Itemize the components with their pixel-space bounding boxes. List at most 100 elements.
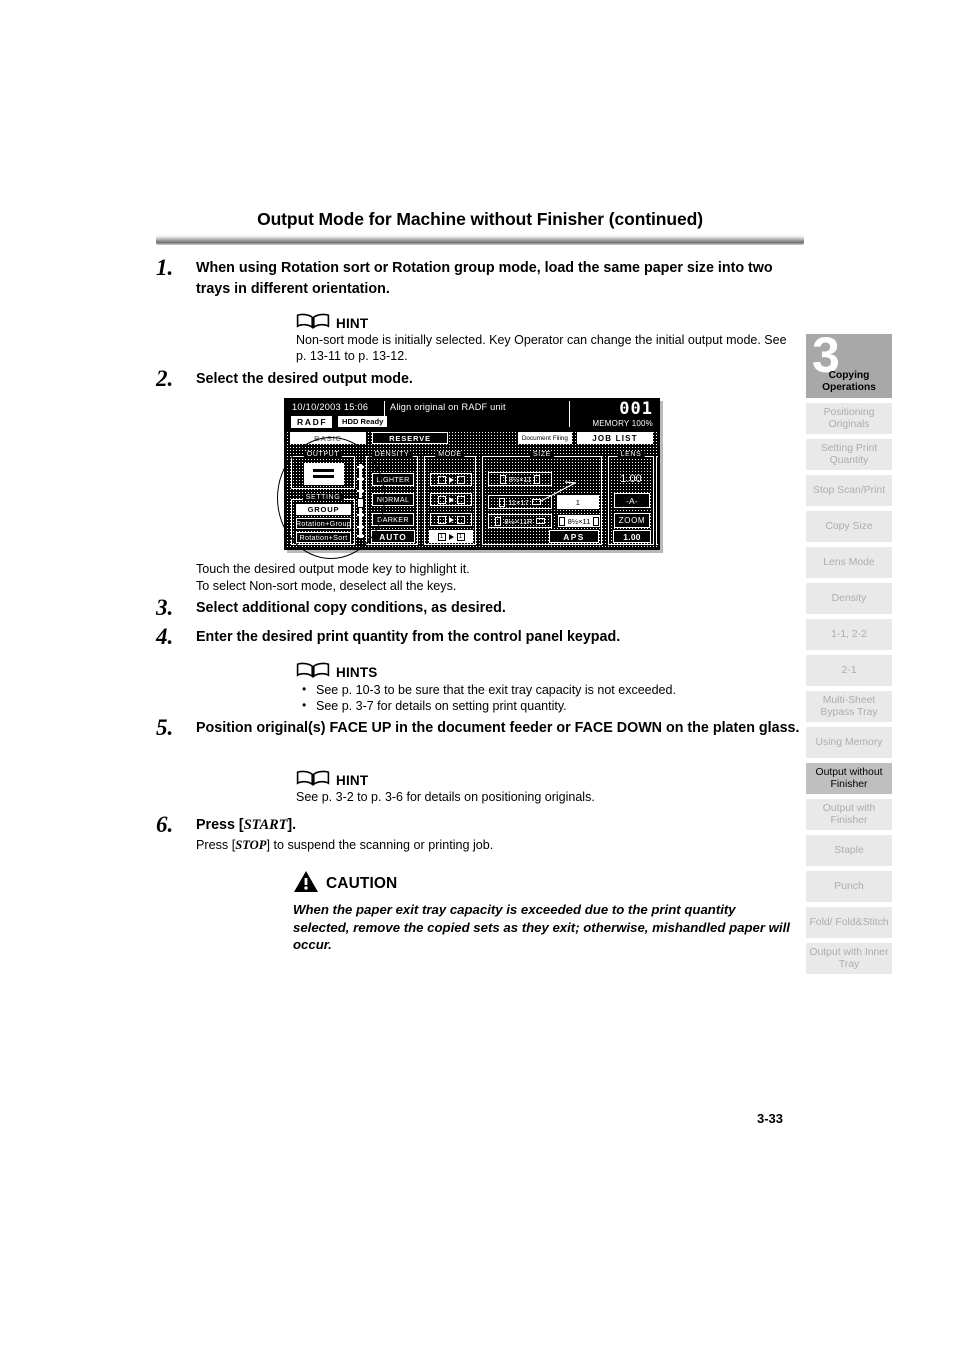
rail-item-1-1-2-2[interactable]: 1-1, 2-2 (806, 619, 892, 650)
page-header: Output Mode for Machine without Finisher… (156, 208, 804, 245)
step-3-number: 3. (156, 595, 174, 620)
setting-key-group[interactable]: GROUP (296, 504, 351, 515)
lcd-setting-caption: SETTING (302, 494, 344, 501)
lcd-tab-reserve[interactable]: RESERVE (372, 432, 448, 444)
warning-triangle-icon (293, 870, 319, 898)
hint-2-header: HINTS (296, 660, 796, 680)
setting-key-rotation-group[interactable]: Rotation+Group (296, 518, 351, 529)
size-selected-key[interactable]: 8½×11 (557, 514, 601, 528)
mode-to-2: 2 (456, 475, 465, 484)
size-tray-3[interactable]: 8½×11R (488, 514, 552, 528)
page-landscape-icon (535, 518, 545, 524)
hint-1-body: Non-sort mode is initially selected. Key… (296, 333, 787, 363)
caution-body: When the paper exit tray capacity is exc… (293, 902, 790, 952)
mode-from-2: 2 (437, 475, 446, 484)
mode-from-1: 1 (437, 515, 446, 524)
caution-block: CAUTION When the paper exit tray capacit… (293, 870, 793, 954)
lcd-mode-group: MODE 2 2 2 1 1 2 1 1 (424, 451, 476, 545)
output-tray-icon[interactable] (304, 463, 344, 485)
hint-3-body: See p. 3-2 to p. 3-6 for details on posi… (296, 790, 595, 804)
rail-item-staple[interactable]: Staple (806, 835, 892, 866)
step-6-text: Press [START]. (196, 815, 800, 836)
lens-key-ratio[interactable]: 1.00 (613, 530, 651, 543)
rail-item-2-1[interactable]: 2-1 (806, 655, 892, 686)
rail-item-setting-print-quantity[interactable]: Setting Print Quantity (806, 439, 892, 470)
lcd-output-group: OUTPUT (291, 451, 355, 489)
density-key-normal[interactable]: NORMAL (372, 493, 414, 506)
step-6-post: ]. (287, 817, 297, 833)
step-6-sub-post: ] to suspend the scanning or printing jo… (266, 838, 494, 852)
caution-header: CAUTION (293, 870, 793, 898)
chapter-tab-current[interactable]: 3 Copying Operations (806, 330, 892, 398)
arrow-right-icon (448, 476, 454, 483)
size-key-aps[interactable]: APS (549, 530, 599, 543)
mode-key-2to1[interactable]: 2 1 (430, 493, 472, 506)
page-portrait-icon (558, 516, 565, 526)
page-portrait-icon (499, 497, 506, 507)
chapter-label-line2: Operations (822, 381, 876, 393)
density-key-auto[interactable]: AUTO (371, 530, 415, 543)
rail-item-output-with-finisher[interactable]: Output with Finisher (806, 799, 892, 830)
step-5: 5. Position original(s) FACE UP in the d… (156, 716, 804, 738)
figure-caption: Touch the desired output mode key to hig… (196, 561, 796, 594)
mode-from-2b: 2 (437, 495, 446, 504)
rail-item-stop-scan-print[interactable]: Stop Scan/Print (806, 475, 892, 506)
chapter-label: Copying Operations (822, 370, 876, 393)
rail-item-density[interactable]: Density (806, 583, 892, 614)
step-1: 1. When using Rotation sort or Rotation … (156, 256, 804, 299)
lcd-main-area: OUTPUT SETTING GROUP Rotation+Group Rota… (286, 446, 658, 548)
density-key-lighter[interactable]: LIGHTER (372, 473, 414, 486)
hint-3-header: HINT (296, 768, 796, 788)
lcd-screen: 10/10/2003 15:06 Align original on RADF … (286, 400, 658, 548)
lcd-setting-group: SETTING GROUP Rotation+Group Rotation+So… (291, 494, 355, 545)
step-5-text: Position original(s) FACE UP in the docu… (196, 720, 800, 736)
figure-caption-line-1: Touch the desired output mode key to hig… (196, 562, 470, 576)
setting-key-rotation-sort[interactable]: Rotation+Sort (296, 532, 351, 543)
step-3-text: Select additional copy conditions, as de… (196, 600, 506, 616)
rail-item-output-without-finisher[interactable]: Output without Finisher (806, 763, 892, 794)
step-6-subtext: Press [STOP] to suspend the scanning or … (196, 837, 800, 854)
hint-2-item-1: See p. 10-3 to be sure that the exit tra… (296, 681, 796, 698)
lcd-datetime: 10/10/2003 15:06 (292, 402, 369, 412)
lens-key-auto[interactable]: -A- (614, 493, 650, 508)
rail-item-using-memory[interactable]: Using Memory (806, 727, 892, 758)
lcd-tab-row: BASIC RESERVE Document Filing JOB LIST (286, 431, 658, 446)
mode-to-2b: 2 (456, 515, 465, 524)
step-2: 2. Select the desired output mode. (156, 367, 804, 389)
step-1-text: When using Rotation sort or Rotation gro… (196, 260, 773, 297)
lcd-tab-basic[interactable]: BASIC (290, 432, 366, 444)
mode-key-2to2[interactable]: 2 2 (430, 473, 472, 486)
lcd-density-group: DENSITY LIGHTER NORMAL DARKER AUTO (366, 451, 418, 545)
caution-label: CAUTION (326, 875, 398, 892)
lcd-application-mode-group: APPLICATION MODE ORIGINAL MODE APPLICATI… (656, 456, 658, 545)
lcd-mode-caption: MODE (435, 451, 465, 458)
rail-item-multi-sheet-bypass-tray[interactable]: Multi-Sheet Bypass Tray (806, 691, 892, 722)
density-key-darker[interactable]: DARKER (372, 513, 414, 526)
lcd-job-list-button[interactable]: JOB LIST (577, 432, 653, 444)
lcd-message: Align original on RADF unit (390, 402, 506, 412)
lcd-radf-badge: RADF (291, 416, 333, 428)
step-4-number: 4. (156, 624, 174, 649)
lens-key-zoom[interactable]: ZOOM (614, 513, 650, 528)
rail-item-output-with-inner-tray[interactable]: Output with Inner Tray (806, 943, 892, 974)
lcd-size-caption: SIZE (530, 451, 554, 458)
lcd-lens-group: LENS 1.00 -A- ZOOM 1.00 (608, 451, 654, 545)
rail-item-positioning-originals[interactable]: Positioning Originals (806, 403, 892, 434)
rail-item-fold-fold-stitch[interactable]: Fold/ Fold&Stitch (806, 907, 892, 938)
chapter-label-line1: Copying (828, 370, 870, 381)
mode-key-1to2[interactable]: 1 2 (430, 513, 472, 526)
rail-item-lens-mode[interactable]: Lens Mode (806, 547, 892, 578)
rail-item-punch[interactable]: Punch (806, 871, 892, 902)
hint-2-item-2: See p. 3-7 for details on setting print … (296, 697, 796, 714)
step-6-stop-key: STOP (235, 838, 267, 852)
rail-item-copy-size[interactable]: Copy Size (806, 511, 892, 542)
density-slider[interactable] (357, 464, 364, 538)
mode-key-1to1[interactable]: 1 1 (429, 530, 473, 543)
book-icon (296, 313, 330, 331)
size-tray-1-label: 8½×11 (508, 474, 532, 484)
lcd-document-filing-button[interactable]: Document Filing (517, 432, 572, 444)
size-tray-2-label: 11×17 (508, 497, 529, 507)
hint-1-header: HINT (296, 311, 796, 331)
hint-1-label: HINT (336, 316, 369, 331)
document-page: Output Mode for Machine without Finisher… (0, 0, 954, 1351)
